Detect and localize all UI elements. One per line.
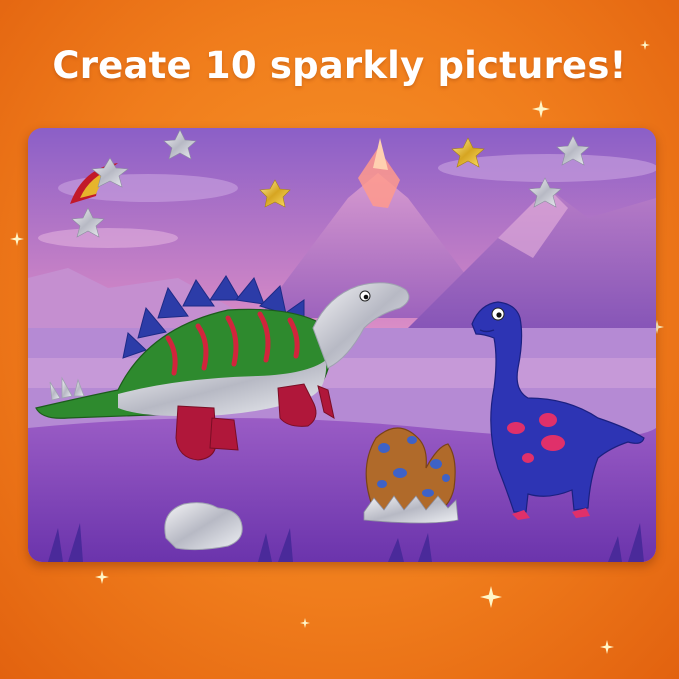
sparkle-decoration-8 bbox=[640, 40, 650, 50]
dinosaur-scene bbox=[28, 128, 656, 562]
sparkle-decoration-7 bbox=[300, 618, 310, 628]
sparkle-decoration-2 bbox=[532, 100, 550, 118]
sparkle-decoration-6 bbox=[600, 640, 614, 654]
sparkle-decoration-3 bbox=[480, 586, 502, 608]
sparkle-decoration-1 bbox=[10, 232, 24, 246]
sticker-picture-card bbox=[28, 128, 656, 562]
sparkle-decoration-4 bbox=[95, 570, 109, 584]
headline: Create 10 sparkly pictures! bbox=[52, 44, 627, 87]
